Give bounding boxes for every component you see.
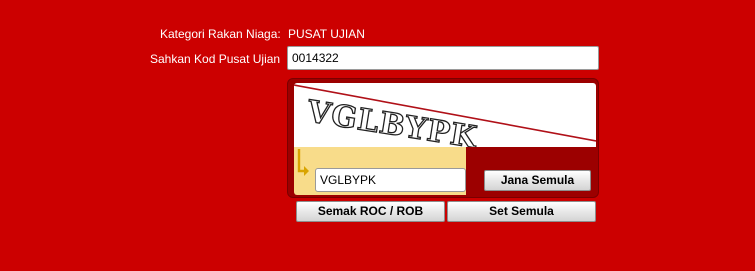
captcha-svg: VGLBYPK xyxy=(294,84,596,147)
kategori-value: PUSAT UJIAN xyxy=(288,27,365,41)
page: { "form": { "kategori_label": "Kategori … xyxy=(0,0,755,271)
reset-button[interactable]: Set Semula xyxy=(447,201,596,222)
captcha-answer-area xyxy=(294,147,466,195)
kategori-label: Kategori Rakan Niaga: xyxy=(160,27,281,41)
captcha-panel: VGLBYPK Jana Semula xyxy=(287,78,599,198)
kod-pusat-ujian-label: Sahkan Kod Pusat Ujian xyxy=(150,52,281,66)
arrow-down-right-icon xyxy=(297,149,309,176)
check-roc-rob-button[interactable]: Semak ROC / ROB xyxy=(296,201,445,222)
captcha-answer-input[interactable] xyxy=(315,168,466,192)
captcha-text: VGLBYPK xyxy=(304,94,480,147)
kod-pusat-ujian-input[interactable] xyxy=(287,46,599,70)
regenerate-captcha-button[interactable]: Jana Semula xyxy=(484,170,591,191)
captcha-image: VGLBYPK xyxy=(294,83,596,147)
